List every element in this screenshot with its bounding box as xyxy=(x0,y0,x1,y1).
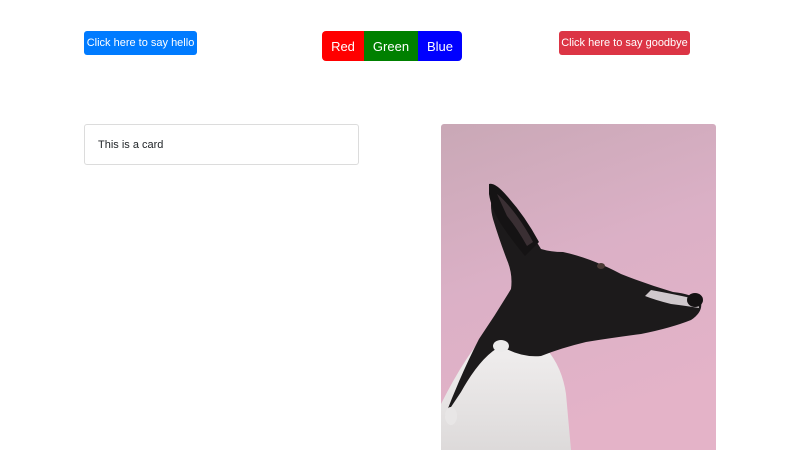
blue-button[interactable]: Blue xyxy=(418,31,462,61)
say-hello-button[interactable]: Click here to say hello xyxy=(84,31,197,55)
dog-photo xyxy=(441,124,716,450)
card-text: This is a card xyxy=(98,138,164,151)
green-button[interactable]: Green xyxy=(364,31,418,61)
say-goodbye-button[interactable]: Click here to say goodbye xyxy=(559,31,690,55)
color-button-group: Red Green Blue xyxy=(322,31,462,61)
red-button[interactable]: Red xyxy=(322,31,364,61)
page: Click here to say hello Red Green Blue C… xyxy=(0,0,800,450)
card: This is a card xyxy=(84,124,359,165)
